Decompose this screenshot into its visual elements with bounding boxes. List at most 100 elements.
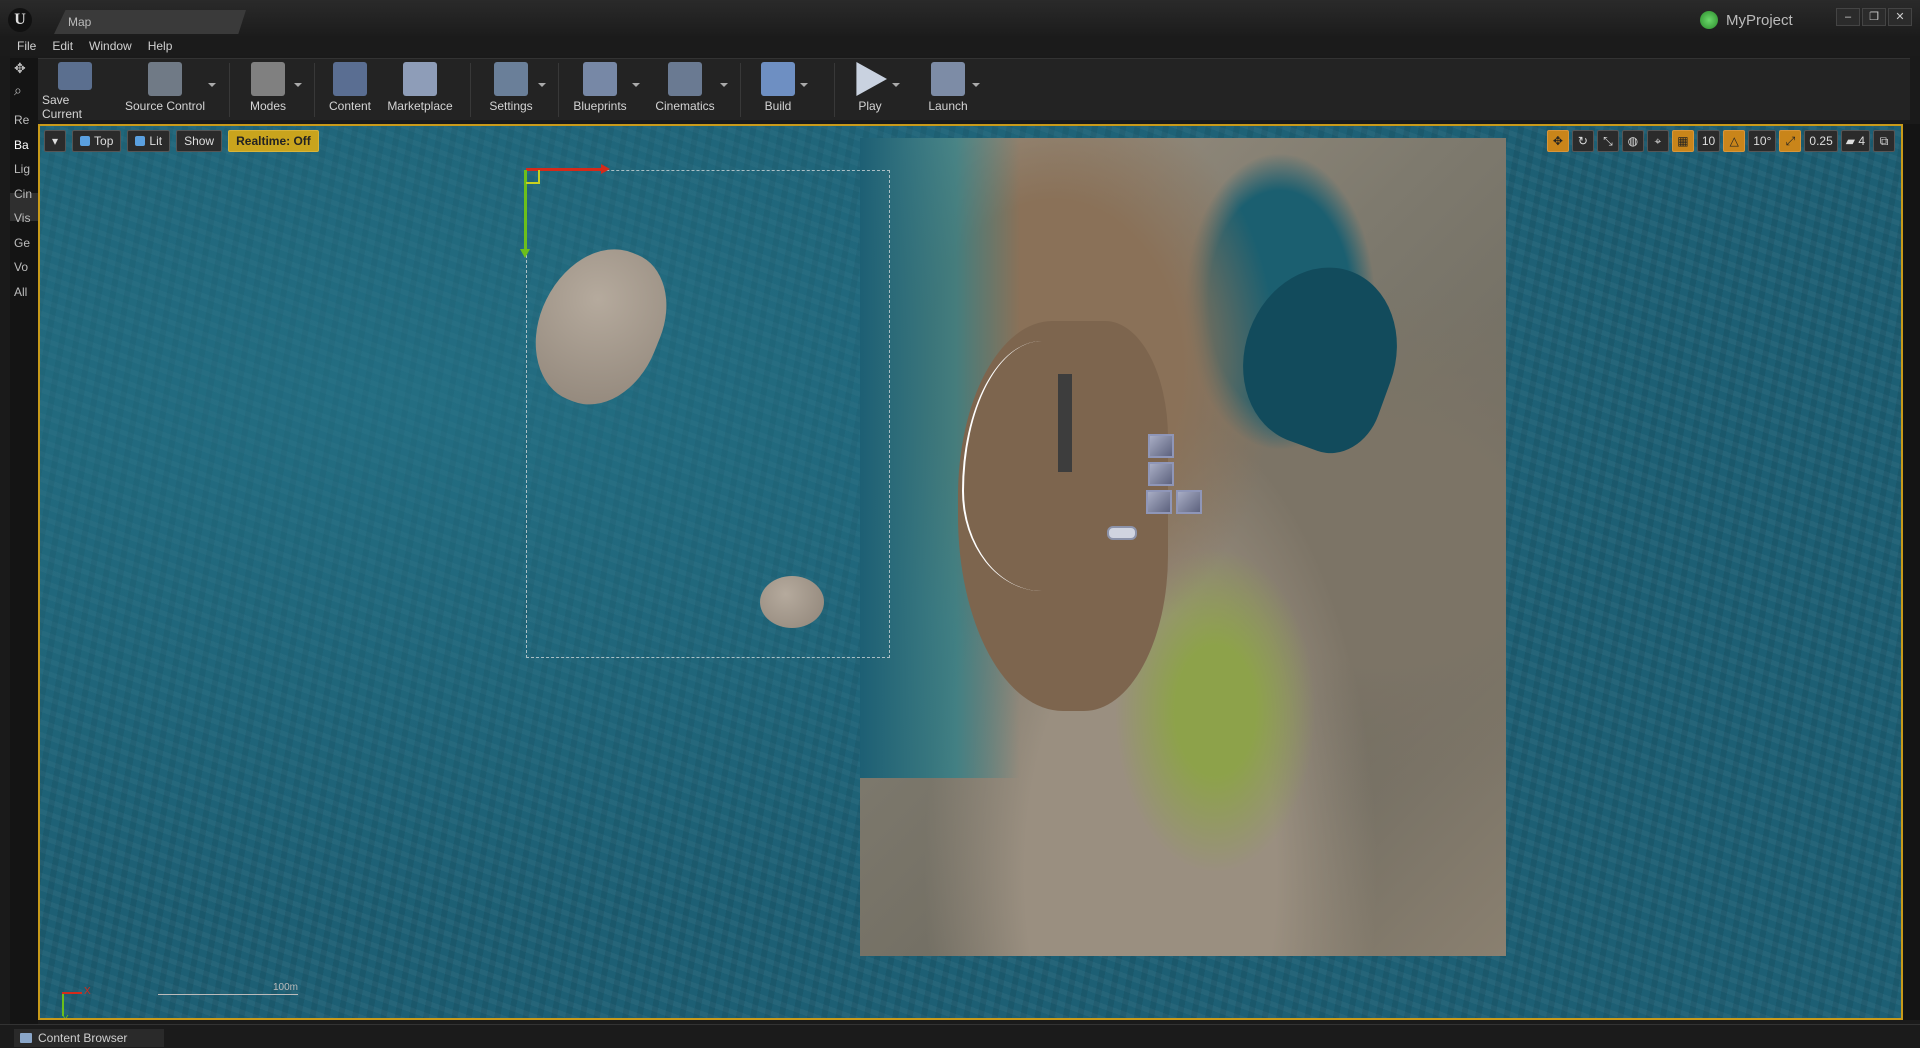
settings-button[interactable]: Settings <box>484 59 546 121</box>
axis-x-label: X <box>84 986 91 997</box>
cinematics-button[interactable]: Cinematics <box>650 59 728 121</box>
chevron-down-icon[interactable] <box>800 83 808 87</box>
menu-edit[interactable]: Edit <box>45 36 82 56</box>
blueprints-button[interactable]: Blueprints <box>568 59 640 121</box>
cube-actor[interactable] <box>1146 490 1172 514</box>
maximize-viewport-icon[interactable]: ⧉ <box>1873 130 1895 152</box>
source-control-status-icon <box>1700 11 1718 29</box>
minimize-button[interactable]: – <box>1836 8 1860 26</box>
content-button[interactable]: Content <box>326 59 374 121</box>
project-indicator[interactable]: MyProject <box>1700 9 1830 31</box>
perspective-button[interactable]: Top <box>72 130 122 152</box>
scale-tool-icon[interactable]: ⤡ <box>1596 130 1619 152</box>
rotation-snap-value[interactable]: 10° <box>1748 130 1777 152</box>
source-control-button[interactable]: Source Control <box>122 59 216 121</box>
content-browser-icon <box>20 1033 32 1043</box>
surface-snap-icon[interactable]: ⌖ <box>1646 130 1669 152</box>
camera-speed-icon: ▰ <box>1845 134 1859 148</box>
launch-icon <box>931 62 965 96</box>
cinematics-icon <box>668 62 702 96</box>
realtime-toggle[interactable]: Realtime: Off <box>228 130 319 152</box>
chevron-down-icon[interactable] <box>972 83 980 87</box>
grid-snap-icon[interactable]: ▦ <box>1671 130 1694 152</box>
viewport-options-button[interactable]: ▾ <box>44 130 67 152</box>
menu-bar: File Edit Window Help <box>0 36 1920 56</box>
category-volumes[interactable]: Vo <box>14 260 28 274</box>
viewport-toolbar-right: ✥ ↻ ⤡ ◍ ⌖ ▦ 10 △ 10° ⤢ 0.25 ▰ 4 ⧉ <box>1546 130 1895 152</box>
level-tab[interactable]: Map <box>54 10 246 34</box>
build-button[interactable]: Build <box>756 59 808 121</box>
chevron-down-icon[interactable] <box>720 83 728 87</box>
grid-snap-value[interactable]: 10 <box>1696 130 1721 152</box>
scale-snap-value[interactable]: 0.25 <box>1804 130 1838 152</box>
content-browser-tab[interactable]: Content Browser <box>14 1029 164 1047</box>
settings-label: Settings <box>489 99 533 113</box>
selection-bounds <box>526 170 890 658</box>
category-basic[interactable]: Ba <box>14 138 29 152</box>
level-tab-label: Map <box>68 15 92 29</box>
category-visual-effects[interactable]: Vis <box>14 211 30 225</box>
chevron-down-icon[interactable] <box>208 83 216 87</box>
maximize-button[interactable]: ❐ <box>1862 8 1886 26</box>
rotate-tool-icon[interactable]: ↻ <box>1571 130 1594 152</box>
source-control-label: Source Control <box>124 99 206 113</box>
show-button[interactable]: Show <box>176 130 223 152</box>
level-viewport[interactable]: ▾ Top Lit Show Realtime: Off ✥ ↻ ⤡ ◍ ⌖ ▦… <box>38 124 1903 1020</box>
platform-actor[interactable] <box>1107 526 1137 540</box>
main-toolbar: Save Current Source Control Modes Conten… <box>38 58 1910 121</box>
unreal-logo-icon[interactable]: U <box>8 8 32 32</box>
rotation-snap-icon[interactable]: △ <box>1723 130 1746 152</box>
launch-button[interactable]: Launch <box>924 59 980 121</box>
category-cinematic[interactable]: Cin <box>14 187 32 201</box>
toolbar-divider <box>470 63 471 117</box>
source-control-icon <box>148 62 182 96</box>
wall-actor[interactable] <box>1058 374 1072 472</box>
chevron-down-icon[interactable] <box>632 83 640 87</box>
modes-button[interactable]: Modes <box>242 59 302 121</box>
blueprints-label: Blueprints <box>573 99 627 113</box>
view-mode-button[interactable]: Lit <box>127 130 171 152</box>
category-geometry[interactable]: Ge <box>14 236 30 250</box>
camera-speed-value: 4 <box>1858 134 1865 148</box>
category-lights[interactable]: Lig <box>14 162 30 176</box>
chevron-down-icon[interactable] <box>892 83 900 87</box>
toolbar-divider <box>740 63 741 117</box>
save-current-button[interactable]: Save Current <box>42 59 108 121</box>
cube-actor[interactable] <box>1148 462 1174 486</box>
chevron-down-icon[interactable] <box>538 83 546 87</box>
window-controls: – ❐ ✕ <box>1836 8 1912 26</box>
cube-actor[interactable] <box>1148 434 1174 458</box>
category-recent[interactable]: Re <box>14 113 29 127</box>
cube-actor[interactable] <box>1176 490 1202 514</box>
content-icon <box>333 62 367 96</box>
play-button[interactable]: Play <box>848 59 900 121</box>
build-icon <box>761 62 795 96</box>
place-mode-icon[interactable]: ✥ <box>14 60 26 77</box>
blueprints-icon <box>583 62 617 96</box>
search-icon[interactable]: ⌕ <box>14 82 22 99</box>
save-current-label: Save Current <box>42 93 83 121</box>
chevron-down-icon[interactable] <box>294 83 302 87</box>
camera-icon <box>80 136 91 146</box>
world-local-toggle-icon[interactable]: ◍ <box>1621 130 1644 152</box>
lit-icon <box>135 136 146 146</box>
toolbar-divider <box>834 63 835 117</box>
menu-help[interactable]: Help <box>141 36 182 56</box>
axis-indicator: X Y <box>48 986 91 1018</box>
menu-window[interactable]: Window <box>82 36 141 56</box>
settings-icon <box>494 62 528 96</box>
modes-panel-strip: ✥ ⌕ Re Ba Lig Cin Vis Ge Vo All <box>10 58 38 1048</box>
build-label: Build <box>764 99 792 113</box>
modes-icon <box>251 62 285 96</box>
camera-speed-button[interactable]: ▰ 4 <box>1840 130 1870 152</box>
translate-tool-icon[interactable]: ✥ <box>1546 130 1569 152</box>
marketplace-button[interactable]: Marketplace <box>384 59 456 121</box>
menu-file[interactable]: File <box>10 36 45 56</box>
gizmo-plane-handle[interactable] <box>526 170 540 184</box>
marketplace-label: Marketplace <box>387 99 453 113</box>
play-label: Play <box>858 99 882 113</box>
close-button[interactable]: ✕ <box>1888 8 1912 26</box>
category-all-classes[interactable]: All <box>14 285 27 299</box>
scale-snap-icon[interactable]: ⤢ <box>1779 130 1802 152</box>
marketplace-icon <box>403 62 437 96</box>
